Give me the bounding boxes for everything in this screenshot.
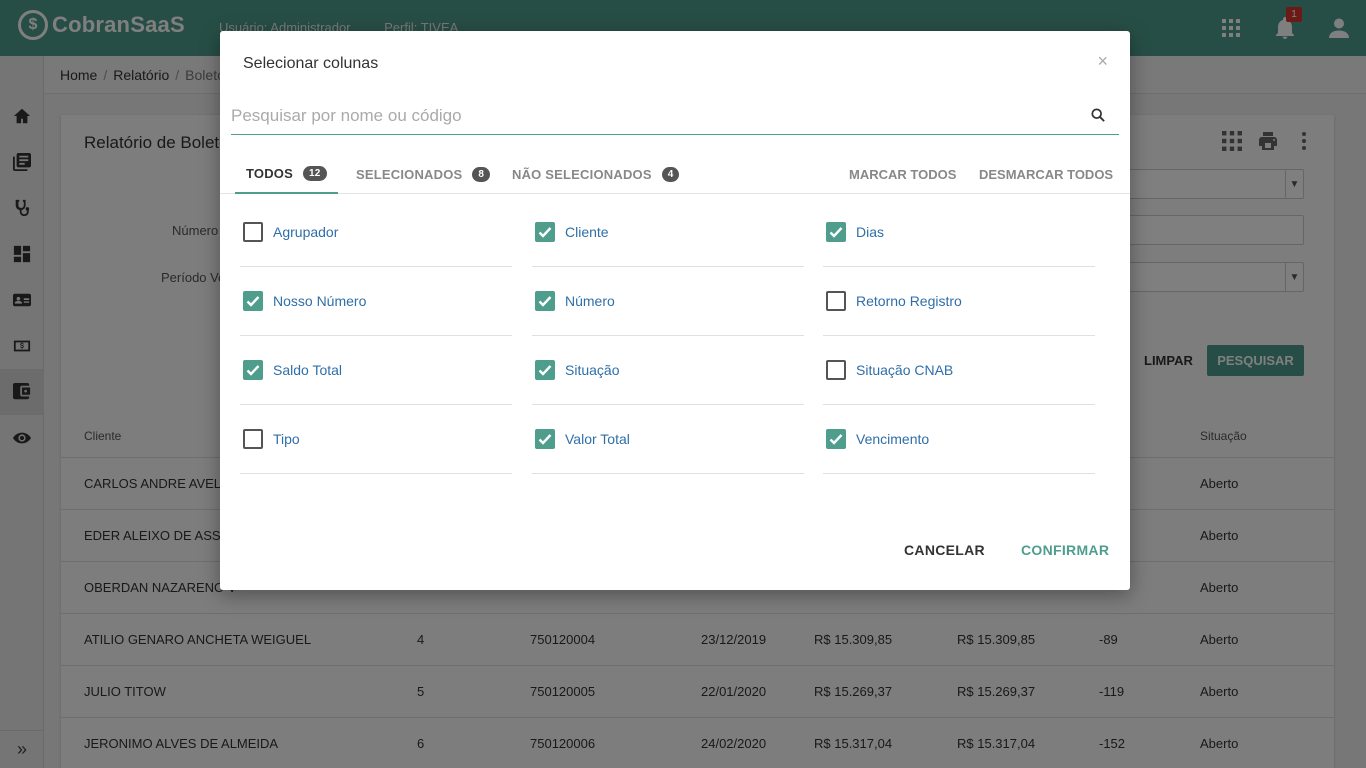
count-badge: 4 <box>661 167 680 182</box>
checkbox[interactable] <box>826 291 846 311</box>
search-field <box>231 97 1119 135</box>
checkbox[interactable] <box>826 360 846 380</box>
option-label[interactable]: Vencimento <box>856 431 929 447</box>
count-badge: 8 <box>472 167 491 182</box>
column-option[interactable]: Vencimento <box>823 405 1095 474</box>
tab-label: NÃO SELECIONADOS <box>512 167 652 182</box>
checkbox[interactable] <box>826 429 846 449</box>
tab-label: TODOS <box>246 166 293 181</box>
close-icon[interactable]: × <box>1097 51 1108 72</box>
option-label[interactable]: Situação <box>565 362 619 378</box>
select-columns-dialog: Selecionar colunas × TODOS 12 SELECIONAD… <box>220 31 1130 590</box>
column-option[interactable]: Agrupador <box>240 198 512 267</box>
deselect-all-button[interactable]: DESMARCAR TODOS <box>979 155 1113 194</box>
check-icon <box>829 434 843 445</box>
checkbox[interactable] <box>535 222 555 242</box>
option-label[interactable]: Retorno Registro <box>856 293 962 309</box>
cancel-button[interactable]: CANCELAR <box>904 542 985 558</box>
option-label[interactable]: Valor Total <box>565 431 630 447</box>
column-option[interactable]: Valor Total <box>532 405 804 474</box>
confirm-button[interactable]: CONFIRMAR <box>1021 542 1109 558</box>
column-option[interactable]: Tipo <box>240 405 512 474</box>
count-badge: 12 <box>303 166 327 181</box>
column-option[interactable]: Nosso Número <box>240 267 512 336</box>
option-label[interactable]: Saldo Total <box>273 362 342 378</box>
checkbox[interactable] <box>243 360 263 380</box>
checkbox[interactable] <box>243 429 263 449</box>
checkbox[interactable] <box>243 222 263 242</box>
search-input[interactable] <box>231 101 1081 131</box>
option-label[interactable]: Nosso Número <box>273 293 366 309</box>
checkbox[interactable] <box>535 360 555 380</box>
option-label[interactable]: Número <box>565 293 615 309</box>
option-label[interactable]: Cliente <box>565 224 609 240</box>
tab-selecionados[interactable]: SELECIONADOS 8 <box>356 155 491 194</box>
column-option[interactable]: Número <box>532 267 804 336</box>
select-all-button[interactable]: MARCAR TODOS <box>849 155 956 194</box>
column-option[interactable]: Situação CNAB <box>823 336 1095 405</box>
column-option[interactable]: Saldo Total <box>240 336 512 405</box>
tab-todos[interactable]: TODOS 12 <box>235 155 338 194</box>
check-icon <box>538 296 552 307</box>
check-icon <box>538 365 552 376</box>
check-icon <box>538 434 552 445</box>
checkbox[interactable] <box>535 429 555 449</box>
tab-nao-selecionados[interactable]: NÃO SELECIONADOS 4 <box>512 155 680 194</box>
dialog-title: Selecionar colunas <box>243 55 379 72</box>
column-option[interactable]: Cliente <box>532 198 804 267</box>
checkbox[interactable] <box>243 291 263 311</box>
tab-label: SELECIONADOS <box>356 167 463 182</box>
option-label[interactable]: Tipo <box>273 431 300 447</box>
check-icon <box>246 296 260 307</box>
checkbox[interactable] <box>535 291 555 311</box>
option-label[interactable]: Agrupador <box>273 224 338 240</box>
checkbox[interactable] <box>826 222 846 242</box>
check-icon <box>829 227 843 238</box>
column-option[interactable]: Retorno Registro <box>823 267 1095 336</box>
check-icon <box>538 227 552 238</box>
option-label[interactable]: Situação CNAB <box>856 362 953 378</box>
option-label[interactable]: Dias <box>856 224 884 240</box>
filter-tabs: TODOS 12 SELECIONADOS 8 NÃO SELECIONADOS… <box>220 155 1130 194</box>
column-option[interactable]: Dias <box>823 198 1095 267</box>
search-icon[interactable] <box>1091 108 1105 122</box>
check-icon <box>246 365 260 376</box>
column-option[interactable]: Situação <box>532 336 804 405</box>
